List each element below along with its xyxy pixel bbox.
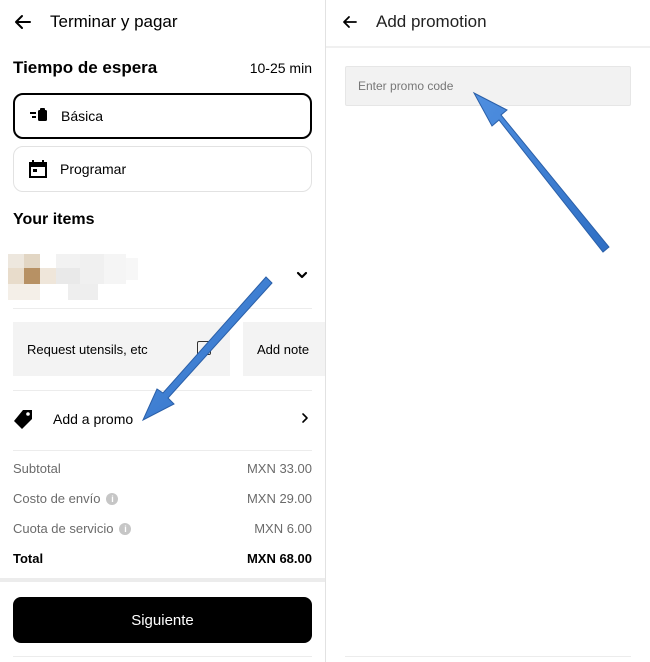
add-note-label: Add note	[257, 341, 310, 357]
summary-row-subtotal: Subtotal MXN 33.00	[13, 461, 312, 476]
item-thumbnail	[8, 254, 138, 300]
back-arrow-icon[interactable]	[12, 11, 34, 33]
option-programar-label: Programar	[60, 161, 127, 177]
add-promotion-panel: Add promotion	[326, 0, 650, 662]
subtotal-label: Subtotal	[13, 461, 61, 476]
option-basica-label: Básica	[61, 108, 104, 124]
option-basica[interactable]: Básica	[13, 93, 312, 139]
add-promo-row[interactable]: Add a promo	[13, 406, 312, 432]
subtotal-value: MXN 33.00	[246, 461, 312, 476]
delivery-fee-label: Costo de envío	[13, 491, 101, 506]
delivery-fee-value: MXN 29.00	[246, 491, 312, 506]
summary-row-delivery: Costo de envío i MXN 29.00	[13, 491, 312, 506]
divider	[13, 656, 312, 657]
header-divider	[326, 46, 650, 48]
divider	[13, 390, 312, 391]
wait-time-value: 10-25 min	[249, 60, 312, 76]
service-fee-label: Cuota de servicio	[13, 521, 114, 536]
wait-time-title: Tiempo de espera	[13, 58, 158, 77]
service-fee-value: MXN 6.00	[254, 521, 312, 536]
divider	[13, 308, 312, 309]
chevron-right-icon	[300, 411, 310, 425]
your-items-heading: Your items	[13, 211, 95, 228]
delivery-icon	[29, 106, 49, 126]
add-note-card[interactable]: Add note	[243, 322, 325, 376]
add-promo-label: Add a promo	[53, 411, 134, 427]
summary-row-service: Cuota de servicio i MXN 6.00	[13, 521, 312, 536]
tag-icon	[13, 408, 35, 430]
info-icon[interactable]: i	[119, 522, 132, 535]
next-button[interactable]: Siguiente	[13, 597, 312, 643]
calendar-icon	[28, 159, 48, 179]
page-title: Terminar y pagar	[50, 12, 178, 31]
divider	[345, 656, 631, 657]
promotion-header: Add promotion	[340, 12, 487, 32]
promo-code-input[interactable]	[345, 66, 631, 106]
back-arrow-icon[interactable]	[340, 12, 360, 32]
wait-time-row: Tiempo de espera 10-25 min	[13, 58, 312, 78]
request-utensils-label: Request utensils, etc	[27, 341, 148, 357]
checkout-header: Terminar y pagar	[12, 10, 178, 34]
chevron-down-icon[interactable]	[295, 268, 309, 282]
divider	[13, 450, 312, 451]
section-divider	[0, 578, 325, 582]
promotion-title: Add promotion	[376, 12, 487, 31]
option-programar[interactable]: Programar	[13, 146, 312, 192]
utensils-checkbox[interactable]	[197, 341, 211, 355]
info-icon[interactable]: i	[106, 492, 119, 505]
total-label: Total	[13, 551, 44, 566]
checkout-panel: Terminar y pagar Tiempo de espera 10-25 …	[0, 0, 325, 662]
total-value: MXN 68.00	[246, 551, 312, 566]
summary-row-total: Total MXN 68.00	[13, 551, 312, 566]
